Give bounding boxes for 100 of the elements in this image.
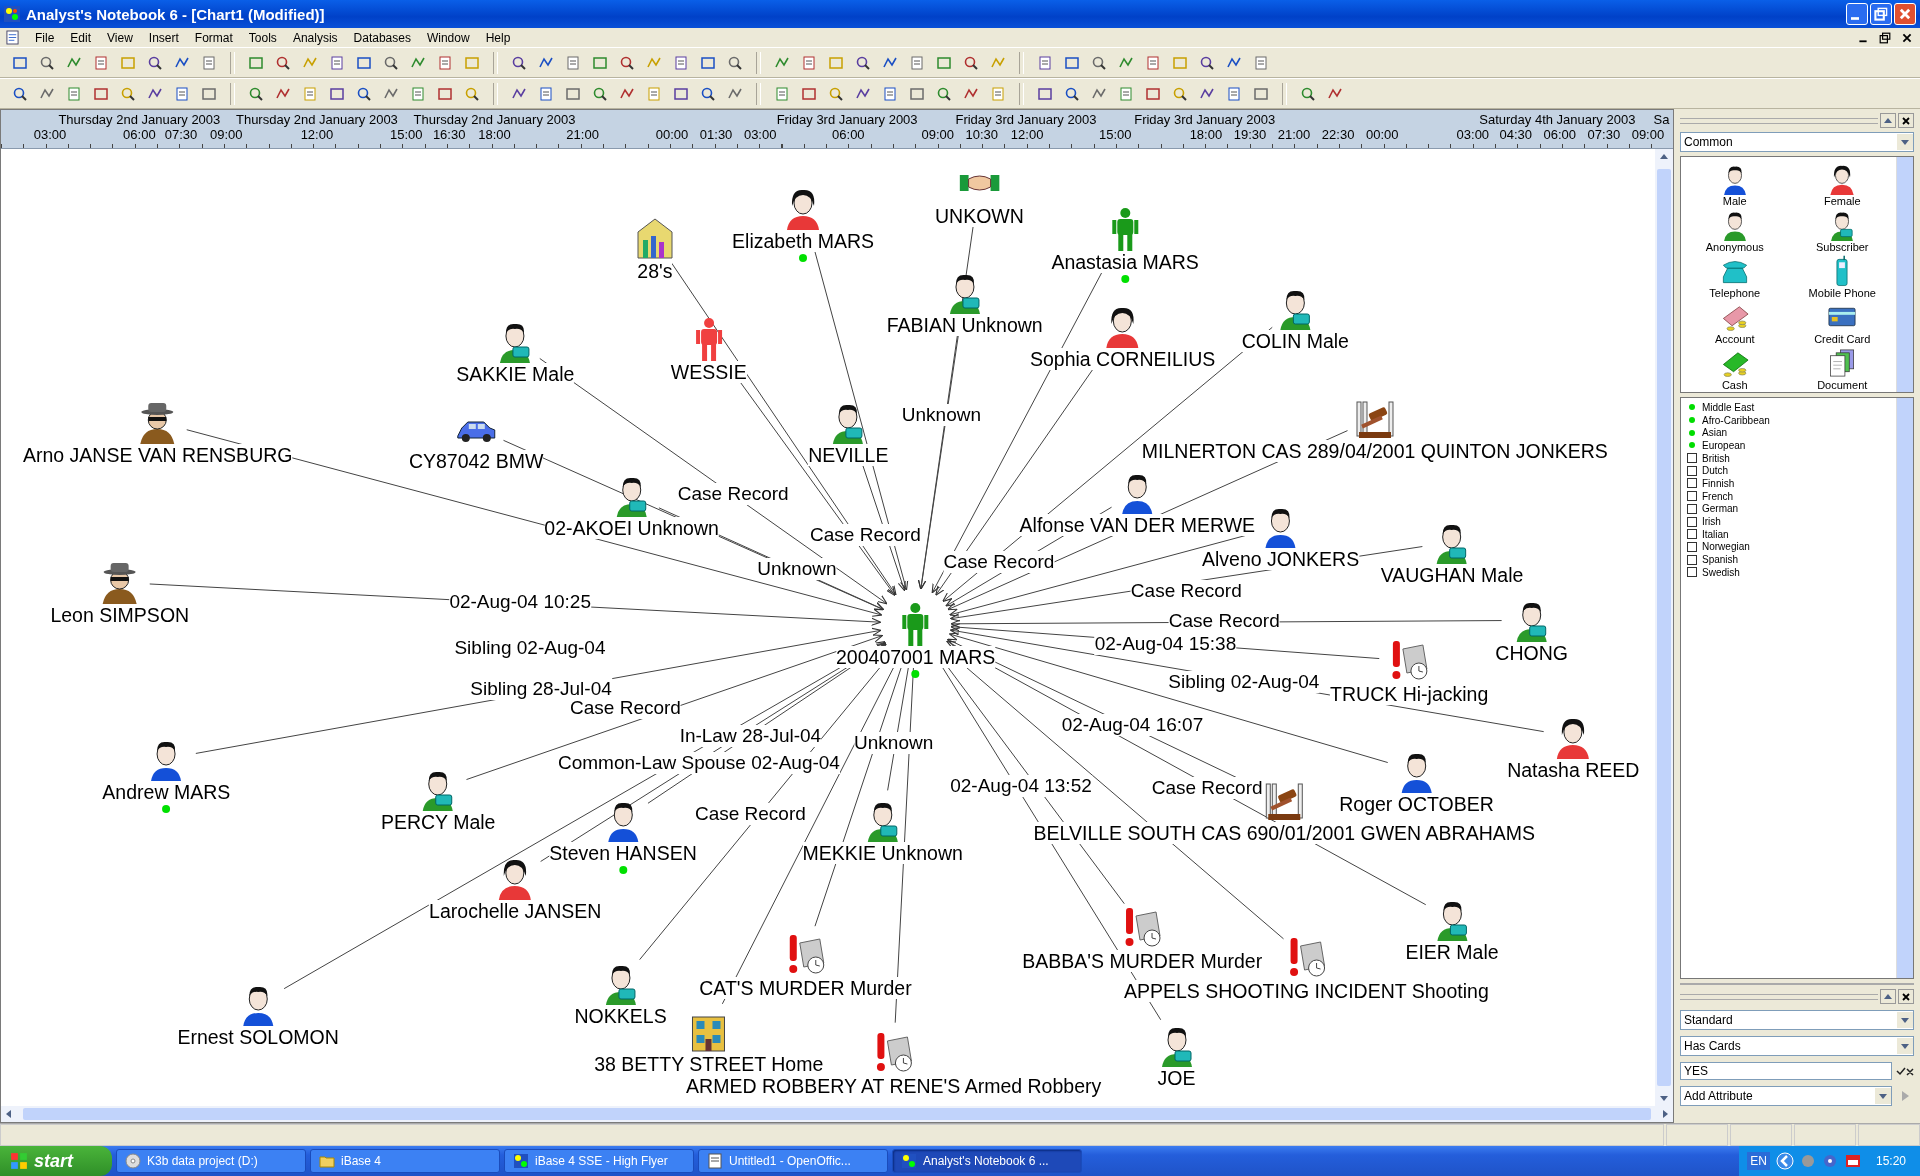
palette-item[interactable]: Telephone bbox=[1681, 255, 1789, 301]
palette-item[interactable]: Account bbox=[1681, 301, 1789, 347]
menu-item[interactable]: Help bbox=[477, 30, 519, 45]
menu-item[interactable]: Analysis bbox=[284, 30, 346, 45]
toolbar-icon bbox=[437, 85, 453, 102]
folder-icon bbox=[319, 1153, 335, 1169]
palette-item[interactable]: Mobile Phone bbox=[1788, 255, 1896, 301]
menu-item[interactable]: File bbox=[27, 30, 63, 45]
taskbar-button[interactable]: iBase 4 SSE - High Flyer bbox=[504, 1149, 694, 1173]
link-label: Unknown bbox=[757, 558, 837, 581]
close-icon[interactable] bbox=[1901, 31, 1913, 44]
toolbar-icon bbox=[619, 54, 635, 71]
timeline-time: 03:00 bbox=[1456, 127, 1490, 142]
link-label: Case Record bbox=[694, 803, 806, 826]
horizontal-scrollbar[interactable] bbox=[1, 1106, 1673, 1122]
language-indicator[interactable]: EN bbox=[1747, 1152, 1770, 1170]
checkbox[interactable] bbox=[1687, 541, 1697, 552]
palette-item[interactable]: Document bbox=[1788, 347, 1896, 393]
scroll-down-icon[interactable] bbox=[1659, 1093, 1669, 1103]
attribute-label: Dutch bbox=[1702, 465, 1729, 477]
timeline-time: 07:30 bbox=[164, 127, 198, 142]
palette-item[interactable]: Male bbox=[1681, 163, 1789, 209]
link-label: Unknown bbox=[901, 403, 981, 426]
attribute-dropdown[interactable]: Has Cards bbox=[1680, 1036, 1914, 1056]
caret-down-icon[interactable] bbox=[1878, 1091, 1888, 1101]
link-label: Common-Law Spouse 02-Aug-04 bbox=[557, 751, 840, 774]
palette-item[interactable]: Female bbox=[1788, 163, 1896, 209]
menu-item[interactable]: Insert bbox=[140, 30, 187, 45]
checkbox[interactable] bbox=[1687, 503, 1697, 514]
checkbox[interactable] bbox=[1687, 465, 1697, 476]
taskbar-button[interactable]: Untitled1 - OpenOffic... bbox=[698, 1149, 888, 1173]
minimize-button[interactable] bbox=[1846, 3, 1868, 25]
menu-item[interactable]: View bbox=[99, 30, 141, 45]
checkbox[interactable] bbox=[1687, 567, 1697, 578]
palette-item[interactable]: Credit Card bbox=[1788, 301, 1896, 347]
attribute-set-dropdown[interactable]: Standard bbox=[1680, 1010, 1914, 1030]
restore-button[interactable] bbox=[1870, 3, 1892, 25]
tray-app-icon[interactable] bbox=[1843, 1153, 1862, 1169]
attribute-label: Middle East bbox=[1702, 401, 1755, 413]
toolbar-icon bbox=[828, 85, 844, 102]
attribute-scrollbar[interactable] bbox=[1896, 398, 1913, 978]
add-attribute-dropdown[interactable]: Add Attribute bbox=[1680, 1086, 1892, 1106]
scroll-up-icon[interactable] bbox=[1659, 152, 1669, 162]
toolbar-icon bbox=[774, 85, 790, 102]
menu-item[interactable]: Window bbox=[418, 30, 478, 45]
caret-down-icon[interactable] bbox=[1900, 137, 1910, 147]
timeline-time: 04:30 bbox=[1499, 127, 1532, 142]
taskbar-button[interactable]: Analyst's Notebook 6 ... bbox=[892, 1149, 1082, 1173]
checkbox[interactable] bbox=[1687, 516, 1697, 527]
category-dropdown[interactable]: Common bbox=[1680, 132, 1914, 152]
link-label: 02-Aug-04 13:52 bbox=[950, 774, 1092, 797]
scroll-right-icon[interactable] bbox=[1660, 1109, 1670, 1119]
palette-item[interactable]: Subscriber bbox=[1788, 209, 1896, 255]
restore-icon[interactable] bbox=[1879, 31, 1891, 44]
entity-label: COLIN Male bbox=[1241, 330, 1349, 353]
menu-item[interactable]: Format bbox=[186, 30, 241, 45]
toolbar-icon bbox=[201, 54, 217, 71]
value-field[interactable]: YES bbox=[1680, 1062, 1892, 1080]
checkbox[interactable] bbox=[1687, 491, 1697, 502]
taskbar-button[interactable]: K3b data project (D:) bbox=[116, 1149, 306, 1173]
legend-dot bbox=[1689, 442, 1695, 449]
checkbox[interactable] bbox=[1687, 554, 1697, 565]
toolbar-icon bbox=[120, 85, 136, 102]
checkbox[interactable] bbox=[1687, 478, 1697, 489]
toolbar-icon bbox=[302, 85, 318, 102]
caret-down-icon[interactable] bbox=[1900, 1041, 1910, 1051]
windows-logo-icon bbox=[10, 1152, 28, 1170]
attribute-label: European bbox=[1702, 439, 1746, 451]
toolbar-icon bbox=[882, 85, 898, 102]
toolbar-icon bbox=[1172, 85, 1188, 102]
toolbar-icon bbox=[700, 54, 716, 71]
timeline-time: 18:00 bbox=[478, 127, 511, 142]
menu-item[interactable]: Tools bbox=[240, 30, 285, 45]
checkbox[interactable] bbox=[1687, 529, 1697, 540]
toolbar-icon bbox=[511, 54, 527, 71]
checkbox[interactable] bbox=[1687, 453, 1697, 464]
chevron-icon[interactable] bbox=[1775, 1152, 1794, 1170]
taskbar-button[interactable]: iBase 4 bbox=[310, 1149, 500, 1173]
menu-item[interactable]: Edit bbox=[62, 30, 100, 45]
palette-item[interactable]: Cash bbox=[1681, 347, 1789, 393]
timeline-time: 15:00 bbox=[390, 127, 423, 142]
palette-item[interactable]: Anonymous bbox=[1681, 209, 1789, 255]
toolbar-icon bbox=[12, 85, 28, 102]
menu-item[interactable]: Databases bbox=[345, 30, 419, 45]
link-label: Case Record bbox=[943, 550, 1055, 573]
toolbar-icon bbox=[201, 85, 217, 102]
attribute-label: Swedish bbox=[1702, 566, 1740, 578]
palette-scrollbar[interactable] bbox=[1896, 157, 1913, 392]
caret-down-icon[interactable] bbox=[1900, 1015, 1910, 1025]
toolbar-icon bbox=[909, 54, 925, 71]
toolbar-icon bbox=[93, 85, 109, 102]
toolbar-icon bbox=[673, 54, 689, 71]
toolbar-icon bbox=[1091, 54, 1107, 71]
toolbar-icon bbox=[248, 85, 264, 102]
document-icon bbox=[6, 30, 19, 45]
scroll-left-icon[interactable] bbox=[4, 1109, 14, 1119]
entity-label: FABIAN Unknown bbox=[886, 314, 1043, 337]
check-cross-icon[interactable] bbox=[1896, 1066, 1914, 1076]
vertical-scrollbar[interactable] bbox=[1655, 149, 1673, 1106]
entity-label: Alveno JONKERS bbox=[1202, 548, 1360, 571]
